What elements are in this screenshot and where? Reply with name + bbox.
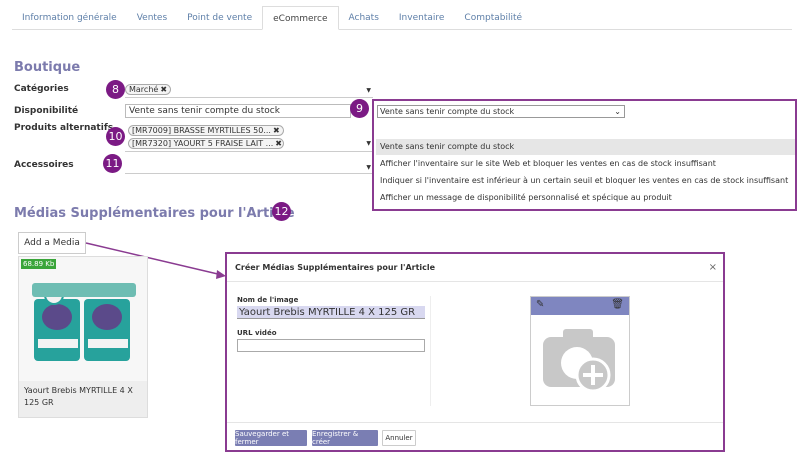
image-name-input[interactable]: Yaourt Brebis MYRTILLE 4 X 125 GR xyxy=(237,306,425,319)
modal-title: Créer Médias Supplémentaires pour l'Arti… xyxy=(227,254,723,282)
modal-form: Nom de l'image Yaourt Brebis MYRTILLE 4 … xyxy=(235,296,431,406)
media-card[interactable]: 68.89 Kb Yaourt Brebis MYRTILLE 4 X 125 … xyxy=(18,256,148,418)
image-upload-box[interactable]: ✎ 🗑 xyxy=(530,296,630,406)
product-form-page: Information générale Ventes Point de ven… xyxy=(0,0,800,463)
save-close-button[interactable]: Sauvegarder et fermer xyxy=(235,430,307,446)
cancel-button[interactable]: Annuler xyxy=(382,430,416,446)
yogurt-product-image xyxy=(32,283,136,361)
modal-footer: Sauvegarder et fermer Enregistrer & crée… xyxy=(227,422,723,450)
camera-placeholder-icon xyxy=(543,329,615,393)
media-card-caption: Yaourt Brebis MYRTILLE 4 X 125 GR xyxy=(19,381,147,417)
image-toolbar: ✎ 🗑 xyxy=(531,297,629,315)
image-name-label: Nom de l'image xyxy=(237,296,299,304)
trash-icon[interactable]: 🗑 xyxy=(611,299,624,310)
create-media-modal: Créer Médias Supplémentaires pour l'Arti… xyxy=(225,252,725,452)
pencil-icon[interactable]: ✎ xyxy=(536,299,544,310)
video-url-label: URL vidéo xyxy=(237,329,277,337)
save-new-button[interactable]: Enregistrer & créer xyxy=(312,430,378,446)
close-icon[interactable]: × xyxy=(709,262,717,273)
video-url-input[interactable] xyxy=(237,339,425,352)
media-size-badge: 68.89 Kb xyxy=(21,259,57,269)
